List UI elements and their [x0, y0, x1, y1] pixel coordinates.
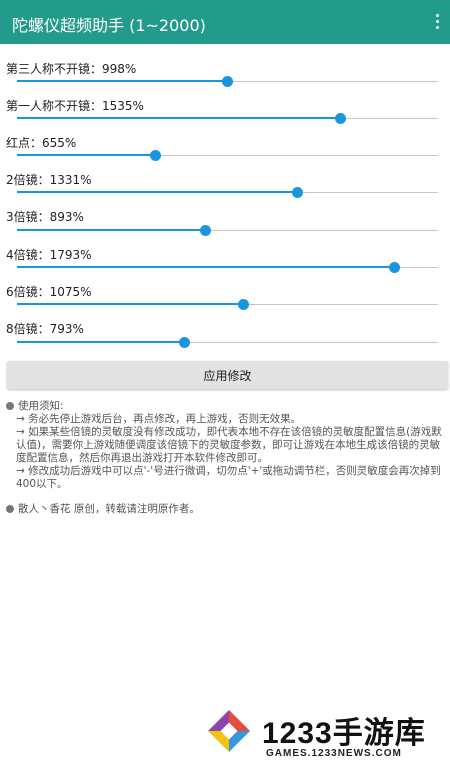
slider-label-6x: 6倍镜：1075%	[6, 285, 92, 299]
slider-2x[interactable]	[17, 187, 438, 198]
note-line-2: → 如果某些倍镜的灵敏度没有修改成功，即代表本地不存在该倍镜的灵敏度配置信息(游…	[16, 426, 442, 464]
slider-first-person[interactable]	[17, 113, 438, 124]
slider-thumb[interactable]	[335, 113, 347, 124]
slider-thumb[interactable]	[222, 76, 234, 87]
slider-3x[interactable]	[17, 225, 438, 236]
slider-8x[interactable]	[17, 337, 438, 348]
slider-thumb[interactable]	[238, 299, 250, 310]
credit-text: 散人丶香花 原创，转载请注明原作者。	[18, 503, 200, 515]
note-line-3: → 修改成功后游戏中可以点'-'号进行微调，切勿点'+'或拖动调节栏，否则灵敏度…	[16, 465, 441, 490]
slider-thumb[interactable]	[389, 262, 401, 273]
slider-label-4x: 4倍镜：1793%	[6, 248, 92, 262]
slider-thumb[interactable]	[199, 225, 211, 236]
apply-button[interactable]: 应用修改	[7, 361, 448, 389]
slider-label-2x: 2倍镜：1331%	[6, 173, 92, 187]
bullet-icon	[6, 505, 14, 513]
slider-4x[interactable]	[17, 262, 438, 273]
watermark-url: GAMES.1233NEWS.COM	[266, 748, 402, 759]
slider-third-person[interactable]	[17, 76, 438, 87]
site-watermark: 1233手游库 GAMES.1233NEWS.COM	[200, 706, 450, 766]
slider-label-8x: 8倍镜：793%	[6, 322, 84, 336]
app-title: 陀螺仪超频助手 (1~2000)	[12, 16, 206, 35]
slider-label-red-dot: 红点：655%	[6, 136, 77, 150]
bullet-icon	[6, 402, 14, 410]
watermark-logo-icon	[208, 710, 250, 752]
slider-thumb[interactable]	[178, 337, 190, 348]
slider-label-first-person: 第一人称不开镜：1535%	[6, 99, 144, 113]
author-credit: 散人丶香花 原创，转载请注明原作者。	[6, 501, 200, 516]
slider-label-third-person: 第三人称不开镜：998%	[6, 62, 137, 76]
slider-label-3x: 3倍镜：893%	[6, 210, 84, 224]
note-line-1: → 务必先停止游戏后台，再点修改，再上游戏，否则无效果。	[16, 413, 302, 425]
notes-heading: 使用须知:	[18, 400, 64, 412]
more-vert-icon[interactable]	[434, 14, 440, 30]
slider-6x[interactable]	[17, 299, 438, 310]
watermark-brand: 1233手游库	[262, 717, 426, 750]
slider-thumb[interactable]	[292, 187, 304, 198]
usage-notes: 使用须知: → 务必先停止游戏后台，再点修改，再上游戏，否则无效果。 → 如果某…	[6, 400, 446, 491]
slider-thumb[interactable]	[149, 150, 161, 161]
slider-red-dot[interactable]	[17, 150, 438, 161]
app-bar: 陀螺仪超频助手 (1~2000)	[0, 0, 450, 44]
